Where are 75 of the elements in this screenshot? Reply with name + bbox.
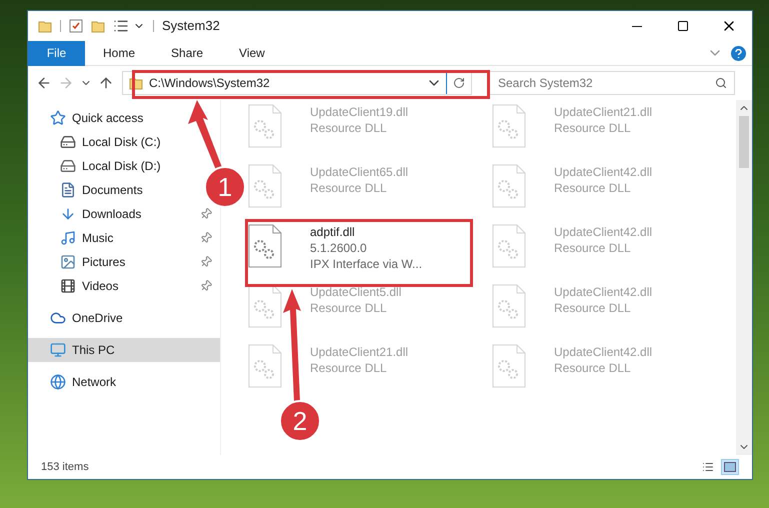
large-icons-view-button[interactable]	[721, 459, 739, 475]
nav-item[interactable]: Pictures	[28, 250, 220, 274]
gear-file-icon	[492, 224, 526, 268]
gear-file-icon	[492, 104, 526, 148]
gear-file-icon	[492, 284, 526, 328]
nav-label: Pictures	[82, 254, 126, 271]
drive-icon	[60, 134, 76, 150]
refresh-icon[interactable]	[453, 77, 465, 89]
drive-icon	[60, 158, 76, 174]
picture-icon	[724, 462, 736, 472]
nav-item[interactable]: Quick access	[28, 106, 220, 130]
nav-label: Videos	[82, 278, 120, 295]
file-name[interactable]: adptif.dll	[310, 224, 355, 240]
star-icon	[50, 110, 66, 126]
view-menu-icon[interactable]	[113, 18, 129, 34]
ribbon-tab[interactable]: View	[221, 40, 283, 66]
nav-item[interactable]: Videos	[28, 274, 220, 298]
back-icon[interactable]	[36, 75, 52, 91]
nav-item[interactable]: OneDrive	[28, 306, 220, 330]
nav-item[interactable]: Local Disk (D:)	[28, 154, 169, 178]
help-icon[interactable]	[731, 46, 746, 60]
file-detail: Resource DLL	[310, 360, 387, 376]
maximize-icon	[677, 20, 689, 32]
file-detail: Resource DLL	[310, 180, 387, 196]
gear-file-icon	[248, 224, 282, 268]
gear-file-icon	[492, 164, 526, 208]
folder-icon	[38, 19, 52, 33]
scrollbar[interactable]	[736, 100, 752, 455]
document-icon	[60, 182, 76, 198]
film-icon	[60, 278, 76, 294]
nav-label: Local Disk (C:)	[82, 134, 161, 151]
gear-file-icon	[492, 344, 526, 388]
search-field[interactable]: Search System32	[489, 71, 735, 95]
nav-label: Documents	[82, 182, 143, 199]
window-title: System32	[162, 17, 220, 36]
nav-label: Music	[82, 230, 114, 247]
arrow	[188, 100, 223, 170]
status-text: 153 items	[41, 460, 89, 475]
gear-file-icon	[248, 164, 282, 208]
cloud-icon	[50, 310, 66, 326]
nav-item[interactable]: Network	[28, 370, 220, 394]
file-detail: 5.1.2600.0	[310, 240, 367, 256]
ribbon-tab[interactable]: Home	[85, 40, 154, 66]
ribbon-tab[interactable]: Share	[153, 40, 222, 66]
properties-icon[interactable]	[69, 19, 83, 33]
nav-item[interactable]: Documents	[28, 178, 151, 202]
scroll-thumb[interactable]	[739, 116, 749, 168]
nav-label: Downloads	[82, 206, 142, 223]
nav-label: Local Disk (D:)	[82, 158, 161, 175]
file-detail: Resource DLL	[554, 180, 631, 196]
globe-icon	[50, 374, 66, 390]
nav-label: Quick access	[72, 110, 144, 127]
music-note-icon	[60, 230, 76, 246]
file-detail: Resource DLL	[554, 300, 631, 316]
monitor-icon	[50, 342, 66, 358]
nav-label: OneDrive	[72, 310, 124, 327]
gear-file-icon	[248, 104, 282, 148]
gear-file-icon	[248, 284, 282, 328]
nav-label: This PC	[72, 342, 116, 359]
gear-file-icon	[248, 344, 282, 388]
picture-icon	[60, 254, 76, 270]
file-detail: Resource DLL	[554, 120, 631, 136]
nav-item[interactable]: Music	[28, 226, 220, 250]
nav-label: Network	[72, 374, 118, 391]
search-icon	[715, 77, 727, 89]
address-path: C:\Windows\System32	[149, 75, 270, 92]
ribbon-tab[interactable]: File	[28, 40, 85, 66]
nav-item[interactable]: This PC	[28, 338, 220, 362]
file-detail: Resource DLL	[554, 240, 631, 256]
file-detail: Resource DLL	[310, 120, 387, 136]
file-detail: IPX Interface via W...	[310, 256, 422, 272]
up-icon[interactable]	[98, 75, 114, 91]
nav-item[interactable]: Local Disk (C:)	[28, 130, 169, 154]
file-detail: Resource DLL	[554, 360, 631, 376]
file-detail: Resource DLL	[310, 300, 387, 316]
